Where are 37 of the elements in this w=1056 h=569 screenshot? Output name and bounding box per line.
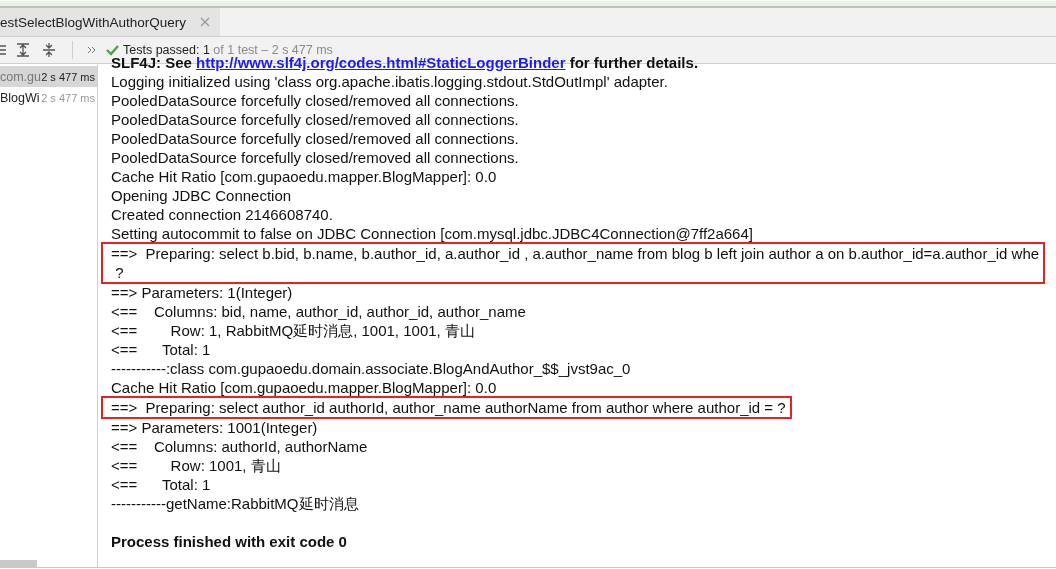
test-status: Tests passed: 1 of 1 test – 2 s 477 ms bbox=[123, 43, 333, 57]
scrollbar[interactable] bbox=[0, 560, 37, 567]
log-line: PooledDataSource forcefully closed/removed all connections. bbox=[111, 129, 520, 148]
log-line: <== Row: 1001, 青山 bbox=[111, 456, 282, 475]
log-line: ==> Preparing: select author_id authorId, author_name authorName from author where author_id = ? bbox=[111, 398, 786, 417]
log-line: -----------:class com.gupaoedu.domain.associate.BlogAndAuthor_$$_jvst9ac_0 bbox=[111, 359, 632, 378]
log-line: Cache Hit Ratio [com.gupaoedu.mapper.BlogMapper]: 0.0 bbox=[111, 378, 498, 397]
log-line: Logging initialized using 'class org.apache.ibatis.logging.stdout.StdOutImpl' adapter. bbox=[111, 72, 669, 91]
test-tree-item[interactable]: BlogWi2 s 477 ms bbox=[0, 87, 97, 108]
collapse-all-icon[interactable] bbox=[42, 43, 56, 57]
log-line: Setting autocommit to false on JDBC Connection [com.mysql.jdbc.JDBC4Connection@7ff2a664] bbox=[111, 224, 754, 243]
log-line: ? bbox=[114, 263, 125, 282]
log-line: Created connection 2146608740. bbox=[111, 205, 334, 224]
check-icon bbox=[106, 44, 119, 56]
expand-all-icon[interactable] bbox=[16, 43, 30, 57]
log-line: Cache Hit Ratio [com.gupaoedu.mapper.BlogMapper]: 0.0 bbox=[111, 167, 498, 186]
process-exit-message: Process finished with exit code 0 bbox=[111, 532, 348, 551]
test-tab[interactable]: estSelectBlogWithAuthorQuery bbox=[0, 8, 221, 36]
log-line: Opening JDBC Connection bbox=[111, 186, 293, 205]
log-line: <== Columns: authorId, authorName bbox=[111, 437, 369, 456]
log-line: -----------getName:RabbitMQ延时消息 bbox=[111, 494, 360, 513]
log-line: ==> Preparing: select b.bid, b.name, b.author_id, a.author_id , a.author_name from blog b left join author a on b.author_id=a.author_id whe bbox=[111, 244, 1040, 263]
log-line: ==> Parameters: 1(Integer) bbox=[111, 283, 294, 302]
log-line: <== Row: 1, RabbitMQ延时消息, 1001, 1001, 青山 bbox=[111, 321, 476, 340]
log-line: ==> Parameters: 1001(Integer) bbox=[111, 418, 319, 437]
log-line: PooledDataSource forcefully closed/removed all connections. bbox=[111, 148, 520, 167]
log-link[interactable]: http://www.slf4j.org/codes.html#StaticLoggerBinder bbox=[196, 54, 566, 71]
more-icon[interactable] bbox=[87, 46, 97, 54]
log-line: PooledDataSource forcefully closed/removed all connections. bbox=[111, 110, 520, 129]
test-tree-item[interactable]: com.gu2 s 477 ms bbox=[0, 66, 97, 87]
log-line: PooledDataSource forcefully closed/removed all connections. bbox=[111, 91, 520, 110]
log-line: <== Total: 1 bbox=[111, 340, 212, 359]
toolbar-icon[interactable] bbox=[0, 43, 8, 57]
log-line: <== Columns: bid, name, author_id, author_id, author_name bbox=[111, 302, 527, 321]
log-line: <== Total: 1 bbox=[111, 475, 212, 494]
close-icon[interactable] bbox=[200, 17, 211, 27]
log-text: for further details. bbox=[568, 54, 699, 71]
